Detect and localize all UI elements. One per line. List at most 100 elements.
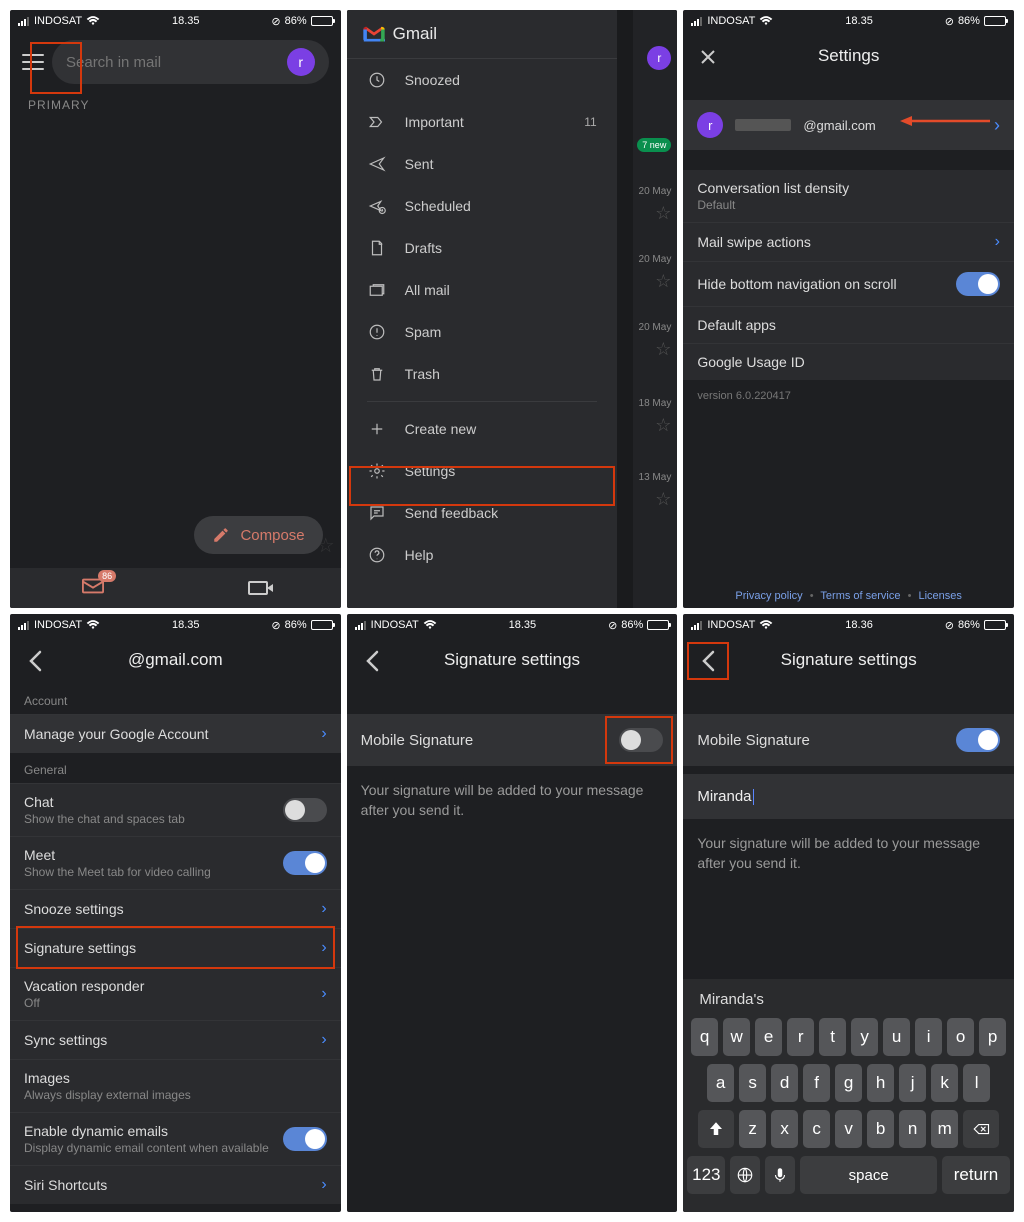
key-j[interactable]: j [899, 1064, 926, 1102]
key-globe[interactable] [730, 1156, 760, 1194]
key-z[interactable]: z [739, 1110, 766, 1148]
setting-dynamic[interactable]: Enable dynamic emailsDisplay dynamic ema… [10, 1112, 341, 1165]
account-row[interactable]: r @gmail.com › [683, 100, 1014, 150]
toggle-meet[interactable] [283, 851, 327, 875]
star-icon: ☆ [655, 339, 671, 360]
drawer-item-feedback[interactable]: Send feedback [347, 492, 617, 534]
key-f[interactable]: f [803, 1064, 830, 1102]
drawer-item-drafts[interactable]: Drafts [347, 227, 617, 269]
key-r[interactable]: r [787, 1018, 814, 1056]
drawer-item-trash[interactable]: Trash [347, 353, 617, 395]
orientation-lock-icon: ⊘ [945, 619, 954, 632]
key-m[interactable]: m [931, 1110, 958, 1148]
drawer-item-important[interactable]: Important 11 [347, 101, 617, 143]
key-mic[interactable] [765, 1156, 795, 1194]
toggle-mobile-signature[interactable] [956, 728, 1000, 752]
setting-hidebottom[interactable]: Hide bottom navigation on scroll [683, 261, 1014, 306]
key-a[interactable]: a [707, 1064, 734, 1102]
drawer-item-scheduled[interactable]: Scheduled [347, 185, 617, 227]
status-time: 18.35 [172, 15, 200, 27]
search-input-wrap[interactable]: r [52, 40, 329, 84]
key-backspace[interactable] [963, 1110, 999, 1148]
menu-button[interactable] [22, 54, 44, 70]
key-o[interactable]: o [947, 1018, 974, 1056]
key-i[interactable]: i [915, 1018, 942, 1056]
toggle-mobile-signature[interactable] [619, 728, 663, 752]
drawer-item-spam[interactable]: Spam [347, 311, 617, 353]
setting-vacation[interactable]: Vacation responderOff › [10, 967, 341, 1020]
terms-link[interactable]: Terms of service [820, 590, 900, 602]
key-x[interactable]: x [771, 1110, 798, 1148]
key-y[interactable]: y [851, 1018, 878, 1056]
mobile-signature-row[interactable]: Mobile Signature [347, 714, 678, 766]
key-e[interactable]: e [755, 1018, 782, 1056]
key-h[interactable]: h [867, 1064, 894, 1102]
setting-siri[interactable]: Siri Shortcuts › [10, 1165, 341, 1204]
new-badge: 7 new [637, 138, 671, 152]
drawer-item-allmail[interactable]: All mail [347, 269, 617, 311]
key-space[interactable]: space [800, 1156, 937, 1194]
video-tab[interactable] [248, 581, 268, 595]
key-w[interactable]: w [723, 1018, 750, 1056]
toggle-chat[interactable] [283, 798, 327, 822]
drawer-item-help[interactable]: Help [347, 534, 617, 576]
key-g[interactable]: g [835, 1064, 862, 1102]
drawer-item-label: Settings [405, 463, 456, 479]
key-123[interactable]: 123 [687, 1156, 725, 1194]
drawer-item-sent[interactable]: Sent [347, 143, 617, 185]
star-icon: ☆ [655, 415, 671, 436]
signature-input[interactable]: Miranda [683, 774, 1014, 819]
wifi-icon [759, 16, 773, 26]
key-v[interactable]: v [835, 1110, 862, 1148]
setting-snooze[interactable]: Snooze settings › [10, 889, 341, 928]
key-s[interactable]: s [739, 1064, 766, 1102]
key-return[interactable]: return [942, 1156, 1010, 1194]
setting-usageid[interactable]: Google Usage ID [683, 343, 1014, 380]
setting-density[interactable]: Conversation list densityDefault [683, 170, 1014, 222]
key-p[interactable]: p [979, 1018, 1006, 1056]
key-t[interactable]: t [819, 1018, 846, 1056]
back-button[interactable] [361, 650, 383, 672]
avatar[interactable]: r [287, 48, 315, 76]
key-l[interactable]: l [963, 1064, 990, 1102]
key-shift[interactable] [698, 1110, 734, 1148]
app-bar: Signature settings [347, 636, 678, 684]
key-b[interactable]: b [867, 1110, 894, 1148]
primary-tab-label: PRIMARY [10, 92, 341, 118]
star-icon: ☆ [655, 203, 671, 224]
setting-meet[interactable]: MeetShow the Meet tab for video calling [10, 836, 341, 889]
drawer-item-create[interactable]: Create new [347, 408, 617, 450]
key-c[interactable]: c [803, 1110, 830, 1148]
toggle-dynamic[interactable] [283, 1127, 327, 1151]
setting-defaultapps[interactable]: Default apps [683, 306, 1014, 343]
search-input[interactable] [66, 54, 287, 71]
setting-sync[interactable]: Sync settings › [10, 1020, 341, 1059]
mobile-signature-row[interactable]: Mobile Signature [683, 714, 1014, 766]
key-d[interactable]: d [771, 1064, 798, 1102]
drawer-item-label: Snoozed [405, 72, 460, 88]
back-button[interactable] [697, 650, 719, 672]
licenses-link[interactable]: Licenses [918, 590, 961, 602]
drawer-item-snoozed[interactable]: Snoozed [347, 59, 617, 101]
key-k[interactable]: k [931, 1064, 958, 1102]
toggle-hidebottom[interactable] [956, 272, 1000, 296]
key-u[interactable]: u [883, 1018, 910, 1056]
close-button[interactable] [697, 46, 719, 68]
setting-swipe[interactable]: Mail swipe actions › [683, 222, 1014, 261]
keyboard-suggestion[interactable]: Miranda's [699, 991, 764, 1008]
key-q[interactable]: q [691, 1018, 718, 1056]
key-n[interactable]: n [899, 1110, 926, 1148]
mail-tab[interactable]: 86 [82, 578, 104, 599]
compose-button[interactable]: Compose [194, 516, 322, 554]
keyboard-suggestion-bar: Miranda's [687, 985, 1010, 1018]
setting-images[interactable]: ImagesAlways display external images [10, 1059, 341, 1112]
privacy-link[interactable]: Privacy policy [735, 590, 802, 602]
setting-label: Default apps [697, 317, 776, 333]
back-button[interactable] [24, 650, 46, 672]
setting-signature[interactable]: Signature settings › [10, 928, 341, 967]
setting-manage-account[interactable]: Manage your Google Account › [10, 714, 341, 753]
drawer-item-settings[interactable]: Settings [347, 450, 617, 492]
chevron-right-icon: › [321, 985, 326, 1003]
setting-chat[interactable]: ChatShow the chat and spaces tab [10, 783, 341, 836]
feedback-icon [367, 503, 387, 523]
